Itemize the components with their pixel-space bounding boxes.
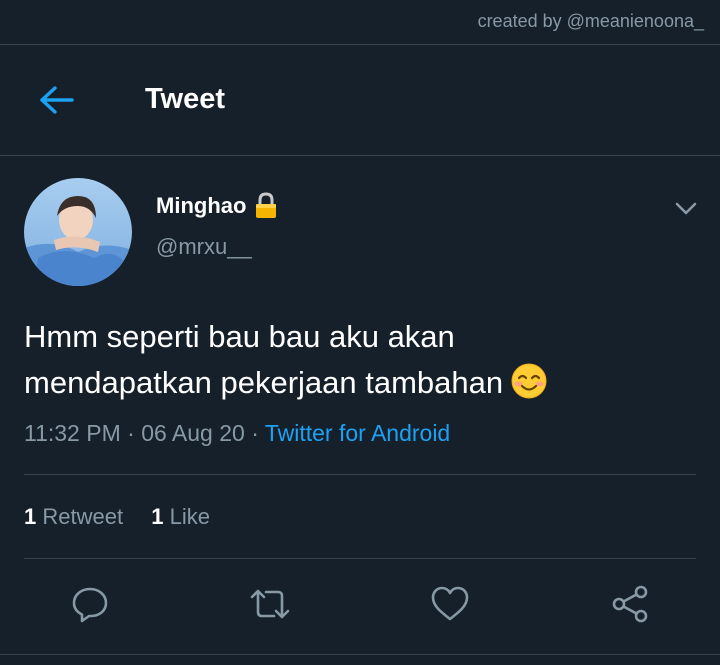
reply-button[interactable] bbox=[68, 582, 112, 626]
lock-icon bbox=[256, 192, 277, 218]
header: Tweet bbox=[0, 45, 720, 156]
chevron-down-icon[interactable] bbox=[674, 198, 698, 218]
divider bbox=[0, 654, 720, 655]
action-bar bbox=[0, 560, 720, 650]
tweet-text-line: Hmm seperti bau bau aku akan bbox=[24, 319, 455, 354]
share-button[interactable] bbox=[608, 582, 652, 626]
avatar-photo bbox=[24, 178, 132, 286]
page-title: Tweet bbox=[145, 83, 226, 115]
like-button[interactable] bbox=[428, 582, 472, 626]
retweet-icon bbox=[250, 589, 290, 619]
like-label: Like bbox=[169, 504, 210, 529]
share-icon bbox=[612, 585, 648, 623]
tweet-source-link[interactable]: Twitter for Android bbox=[265, 420, 450, 446]
like-count-stat[interactable]: 1 Like bbox=[151, 504, 210, 529]
retweet-count: 1 bbox=[24, 504, 37, 529]
retweet-button[interactable] bbox=[248, 582, 292, 626]
divider bbox=[24, 474, 696, 475]
tweet-time: 11:32 PM bbox=[24, 420, 121, 446]
tweet-stats: 1 Retweet 1 Like bbox=[24, 504, 232, 530]
divider bbox=[24, 558, 696, 559]
like-icon bbox=[431, 586, 469, 621]
tweet-date: 06 Aug 20 bbox=[141, 420, 245, 446]
author-name-row[interactable]: Minghao bbox=[156, 192, 278, 220]
back-button[interactable] bbox=[30, 79, 82, 121]
display-name: Minghao bbox=[156, 193, 247, 218]
like-count: 1 bbox=[151, 504, 164, 529]
smiling-face-icon bbox=[511, 363, 547, 399]
retweet-label: Retweet bbox=[42, 504, 124, 529]
arrow-left-icon bbox=[40, 86, 74, 114]
tweet-meta: 11:32 PM · 06 Aug 20 · Twitter for Andro… bbox=[24, 420, 450, 447]
tweet-page: created by @meanienoona_ Tweet Minghao @… bbox=[0, 0, 720, 665]
tweet-text-line: mendapatkan pekerjaan tambahan bbox=[24, 360, 704, 406]
tweet-text-line-content: mendapatkan pekerjaan tambahan bbox=[24, 365, 504, 400]
tweet-text: Hmm seperti bau bau aku akan mendapatkan… bbox=[24, 314, 704, 406]
user-handle: @mrxu__ bbox=[156, 234, 252, 259]
meta-separator: · bbox=[127, 420, 135, 446]
credit-bar: created by @meanienoona_ bbox=[0, 0, 720, 45]
avatar[interactable] bbox=[24, 178, 132, 286]
meta-separator: · bbox=[251, 420, 259, 446]
retweet-count-stat[interactable]: 1 Retweet bbox=[24, 504, 123, 529]
reply-icon bbox=[72, 587, 108, 623]
credit-text: created by @meanienoona_ bbox=[477, 11, 704, 31]
